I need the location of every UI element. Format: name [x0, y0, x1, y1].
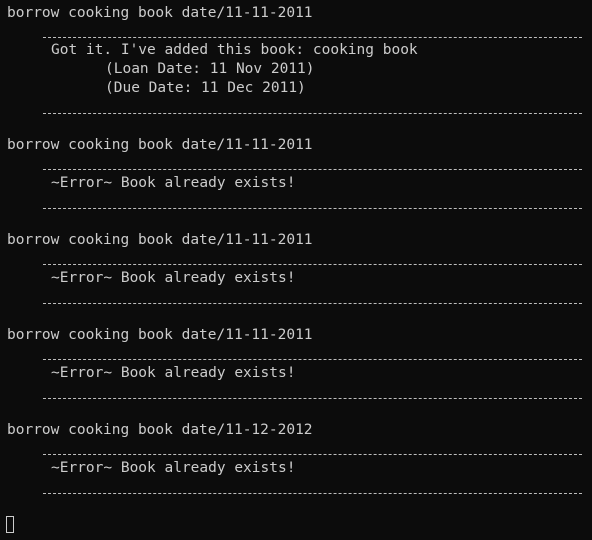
- error-message: ~Error~ Book already exists!: [51, 365, 296, 381]
- command-line: borrow cooking book date/11-11-2011: [7, 5, 313, 21]
- separator-top: [43, 359, 582, 360]
- separator-top: [43, 264, 582, 265]
- due-date-line: (Due Date: 11 Dec 2011): [105, 80, 306, 96]
- error-message: ~Error~ Book already exists!: [51, 460, 296, 476]
- error-message: ~Error~ Book already exists!: [51, 270, 296, 286]
- separator-top: [43, 454, 582, 455]
- separator-bottom: [43, 113, 582, 114]
- loan-date-line: (Loan Date: 11 Nov 2011): [105, 61, 315, 77]
- terminal-window[interactable]: borrow cooking book date/11-11-2011 Got …: [0, 0, 592, 540]
- separator-top: [43, 169, 582, 170]
- command-line: borrow cooking book date/11-11-2011: [7, 232, 313, 248]
- response-line: Got it. I've added this book: cooking bo…: [51, 42, 418, 58]
- command-line: borrow cooking book date/11-12-2012: [7, 422, 313, 438]
- command-line: borrow cooking book date/11-11-2011: [7, 137, 313, 153]
- separator-bottom: [43, 208, 582, 209]
- error-message: ~Error~ Book already exists!: [51, 175, 296, 191]
- text-cursor[interactable]: [6, 516, 14, 533]
- command-line: borrow cooking book date/11-11-2011: [7, 327, 313, 343]
- separator-bottom: [43, 398, 582, 399]
- separator-top: [43, 37, 582, 38]
- separator-bottom: [43, 493, 582, 494]
- separator-bottom: [43, 303, 582, 304]
